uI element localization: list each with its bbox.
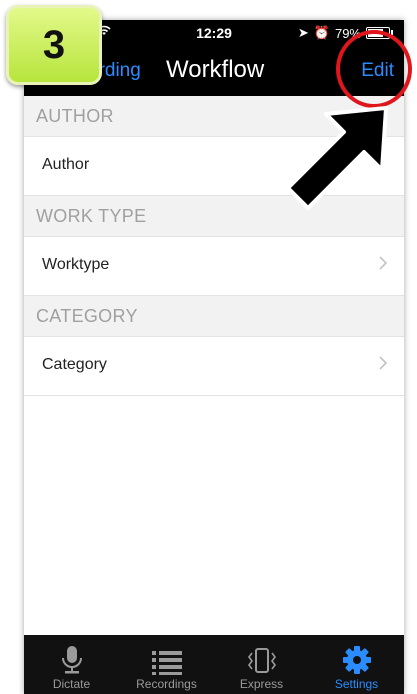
pointer-arrow-icon: [286, 106, 388, 210]
tab-label: Express: [239, 677, 284, 691]
tab-bar: Dictate Recordings Express Settings: [24, 635, 404, 694]
row-label: Author: [42, 156, 90, 173]
location-arrow-icon: ➤: [297, 25, 309, 40]
alarm-icon: ⏰: [313, 25, 330, 40]
highlight-circle: [336, 30, 412, 108]
microphone-icon: [61, 646, 82, 674]
chevron-right-icon: [378, 254, 388, 277]
page-title: Workflow: [166, 56, 265, 83]
row-label: Category: [42, 356, 107, 373]
tab-dictate[interactable]: Dictate: [24, 635, 119, 694]
section-header-category: CATEGORY: [24, 296, 404, 337]
tab-label: Settings: [334, 677, 379, 691]
list-icon: [151, 651, 182, 675]
step-number-badge: 3: [6, 5, 102, 85]
row-label: Worktype: [42, 256, 110, 273]
row-category[interactable]: Category: [24, 337, 404, 396]
tab-settings[interactable]: Settings: [309, 635, 404, 694]
chevron-right-icon: [378, 354, 388, 377]
gear-icon: [342, 646, 371, 674]
tab-label: Recordings: [136, 677, 197, 691]
row-worktype[interactable]: Worktype: [24, 237, 404, 296]
tab-express[interactable]: Express: [214, 635, 309, 694]
tab-recordings[interactable]: Recordings: [119, 635, 214, 694]
phone-vibrate-icon: [247, 648, 276, 673]
tab-label: Dictate: [52, 677, 91, 691]
